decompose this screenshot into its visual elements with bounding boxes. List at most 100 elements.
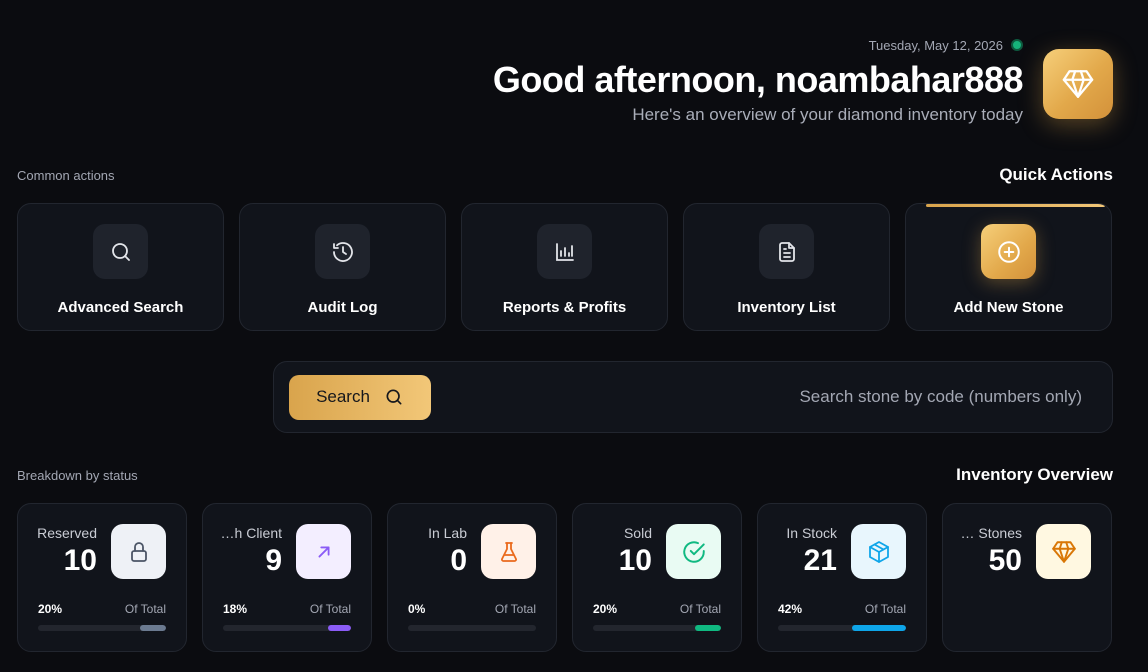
current-date: Tuesday, May 12, 2026 bbox=[868, 37, 1003, 53]
stat-percent: 20% bbox=[38, 602, 63, 616]
plus-circle-icon bbox=[997, 240, 1020, 263]
stat-text: … Stones 50 bbox=[961, 525, 1022, 578]
action-icon-box bbox=[537, 224, 592, 279]
arrow-up-right-icon bbox=[318, 546, 329, 557]
check-circle-icon bbox=[682, 540, 705, 563]
action-icon-box bbox=[93, 224, 148, 279]
action-label: Reports & Profits bbox=[502, 299, 627, 316]
stat-value: 10 bbox=[618, 544, 652, 577]
stat-card-with-client[interactable]: …h Client 9 18% Of Total bbox=[202, 503, 372, 652]
audit-log-button[interactable]: Audit Log bbox=[239, 203, 446, 331]
quick-actions: Advanced Search Audit Log Reports & Prof… bbox=[17, 203, 1113, 331]
reports-profits-button[interactable]: Reports & Profits bbox=[461, 203, 668, 331]
stat-of-total: Of Total bbox=[864, 602, 906, 616]
diamond-logo bbox=[1043, 49, 1113, 119]
progress-track bbox=[38, 625, 166, 631]
stat-value: 10 bbox=[63, 544, 97, 577]
stat-footer: 20% Of Total bbox=[38, 602, 166, 616]
stat-icon-box bbox=[296, 524, 351, 579]
action-label: Audit Log bbox=[307, 299, 378, 316]
stat-icon-box bbox=[666, 524, 721, 579]
stat-value: 0 bbox=[450, 544, 467, 577]
stone-code-search-input[interactable] bbox=[522, 387, 1082, 407]
search-button-label: Search bbox=[316, 387, 370, 406]
dashboard-page: Tuesday, May 12, 2026 Good afternoon, no… bbox=[0, 0, 1148, 672]
stat-footer: 18% Of Total bbox=[223, 602, 351, 616]
document-icon bbox=[778, 241, 795, 262]
status-stats: Reserved 10 20% Of Total …h Client 9 18%… bbox=[17, 503, 1113, 652]
stone-search-bar: Search bbox=[273, 361, 1113, 433]
stat-value: 50 bbox=[988, 544, 1022, 577]
bar-chart-icon bbox=[555, 242, 574, 261]
add-new-stone-button[interactable]: Add New Stone bbox=[905, 203, 1112, 331]
box-icon bbox=[868, 540, 889, 563]
stat-percent: 42% bbox=[778, 602, 803, 616]
header: Tuesday, May 12, 2026 Good afternoon, no… bbox=[493, 36, 1113, 125]
breakdown-label: Breakdown by status bbox=[17, 468, 138, 483]
search-icon bbox=[111, 242, 130, 261]
stat-percent: 20% bbox=[593, 602, 618, 616]
stat-text: Reserved 10 bbox=[37, 525, 97, 578]
quick-actions-title: Quick Actions bbox=[999, 165, 1113, 184]
stat-percent: 0% bbox=[408, 602, 426, 616]
greeting-subtitle: Here's an overview of your diamond inven… bbox=[632, 105, 1023, 124]
progress-track bbox=[408, 625, 536, 631]
stat-label: … Stones bbox=[960, 525, 1022, 541]
stat-of-total: Of Total bbox=[494, 602, 536, 616]
progress-track bbox=[223, 625, 351, 631]
flask-icon bbox=[500, 541, 517, 562]
stat-value: 9 bbox=[265, 544, 282, 577]
action-icon-box bbox=[315, 224, 370, 279]
stat-icon-box bbox=[851, 524, 906, 579]
stat-card-sold[interactable]: Sold 10 20% Of Total bbox=[572, 503, 742, 652]
stat-percent: 18% bbox=[223, 602, 248, 616]
lock-icon bbox=[130, 541, 147, 562]
progress-track bbox=[593, 625, 721, 631]
progress-fill bbox=[695, 625, 721, 631]
stat-text: …h Client 9 bbox=[221, 525, 282, 578]
gem-icon bbox=[1051, 540, 1076, 563]
stat-label: …h Client bbox=[220, 525, 282, 541]
stat-label: Sold bbox=[623, 525, 652, 541]
action-label: Inventory List bbox=[737, 299, 836, 316]
progress-fill bbox=[140, 625, 166, 631]
action-icon-box bbox=[759, 224, 814, 279]
inventory-overview-title: Inventory Overview bbox=[956, 465, 1113, 484]
progress-fill bbox=[327, 625, 351, 631]
common-actions-label: Common actions bbox=[17, 168, 115, 183]
header-text: Tuesday, May 12, 2026 Good afternoon, no… bbox=[492, 36, 1024, 125]
stat-icon-box bbox=[481, 524, 536, 579]
stat-footer: 0% Of Total bbox=[408, 602, 536, 616]
action-label: Advanced Search bbox=[57, 299, 184, 316]
stat-text: Sold 10 bbox=[619, 525, 652, 578]
date-row: Tuesday, May 12, 2026 bbox=[869, 36, 1023, 54]
action-icon-box bbox=[981, 224, 1036, 279]
stat-of-total: Of Total bbox=[679, 602, 721, 616]
stat-icon-box bbox=[1036, 524, 1091, 579]
stat-of-total: Of Total bbox=[124, 602, 166, 616]
action-label: Add New Stone bbox=[953, 299, 1064, 316]
greeting-title: Good afternoon, noambahar888 bbox=[492, 59, 1024, 100]
stat-card-in-stock[interactable]: In Stock 21 42% Of Total bbox=[757, 503, 927, 652]
progress-track bbox=[778, 625, 906, 631]
stat-footer: 20% Of Total bbox=[593, 602, 721, 616]
stat-text: In Stock 21 bbox=[786, 525, 837, 578]
inventory-list-button[interactable]: Inventory List bbox=[683, 203, 890, 331]
stat-card-in-lab[interactable]: In Lab 0 0% Of Total bbox=[387, 503, 557, 652]
progress-fill bbox=[852, 625, 906, 631]
history-icon bbox=[332, 241, 353, 262]
diamond-icon bbox=[1062, 70, 1094, 98]
stat-footer: 42% Of Total bbox=[778, 602, 906, 616]
stat-text: In Lab 0 bbox=[428, 525, 467, 578]
stat-label: In Lab bbox=[428, 525, 467, 541]
search-button[interactable]: Search bbox=[289, 374, 431, 420]
stat-card-reserved[interactable]: Reserved 10 20% Of Total bbox=[17, 503, 187, 652]
search-icon bbox=[386, 389, 402, 405]
stat-icon-box bbox=[111, 524, 166, 579]
stat-value: 21 bbox=[803, 544, 837, 577]
stat-card-total-stones[interactable]: … Stones 50 bbox=[942, 503, 1112, 652]
online-status-dot bbox=[1011, 39, 1023, 51]
advanced-search-button[interactable]: Advanced Search bbox=[17, 203, 224, 331]
stat-label: In Stock bbox=[786, 525, 837, 541]
stat-of-total: Of Total bbox=[309, 602, 351, 616]
